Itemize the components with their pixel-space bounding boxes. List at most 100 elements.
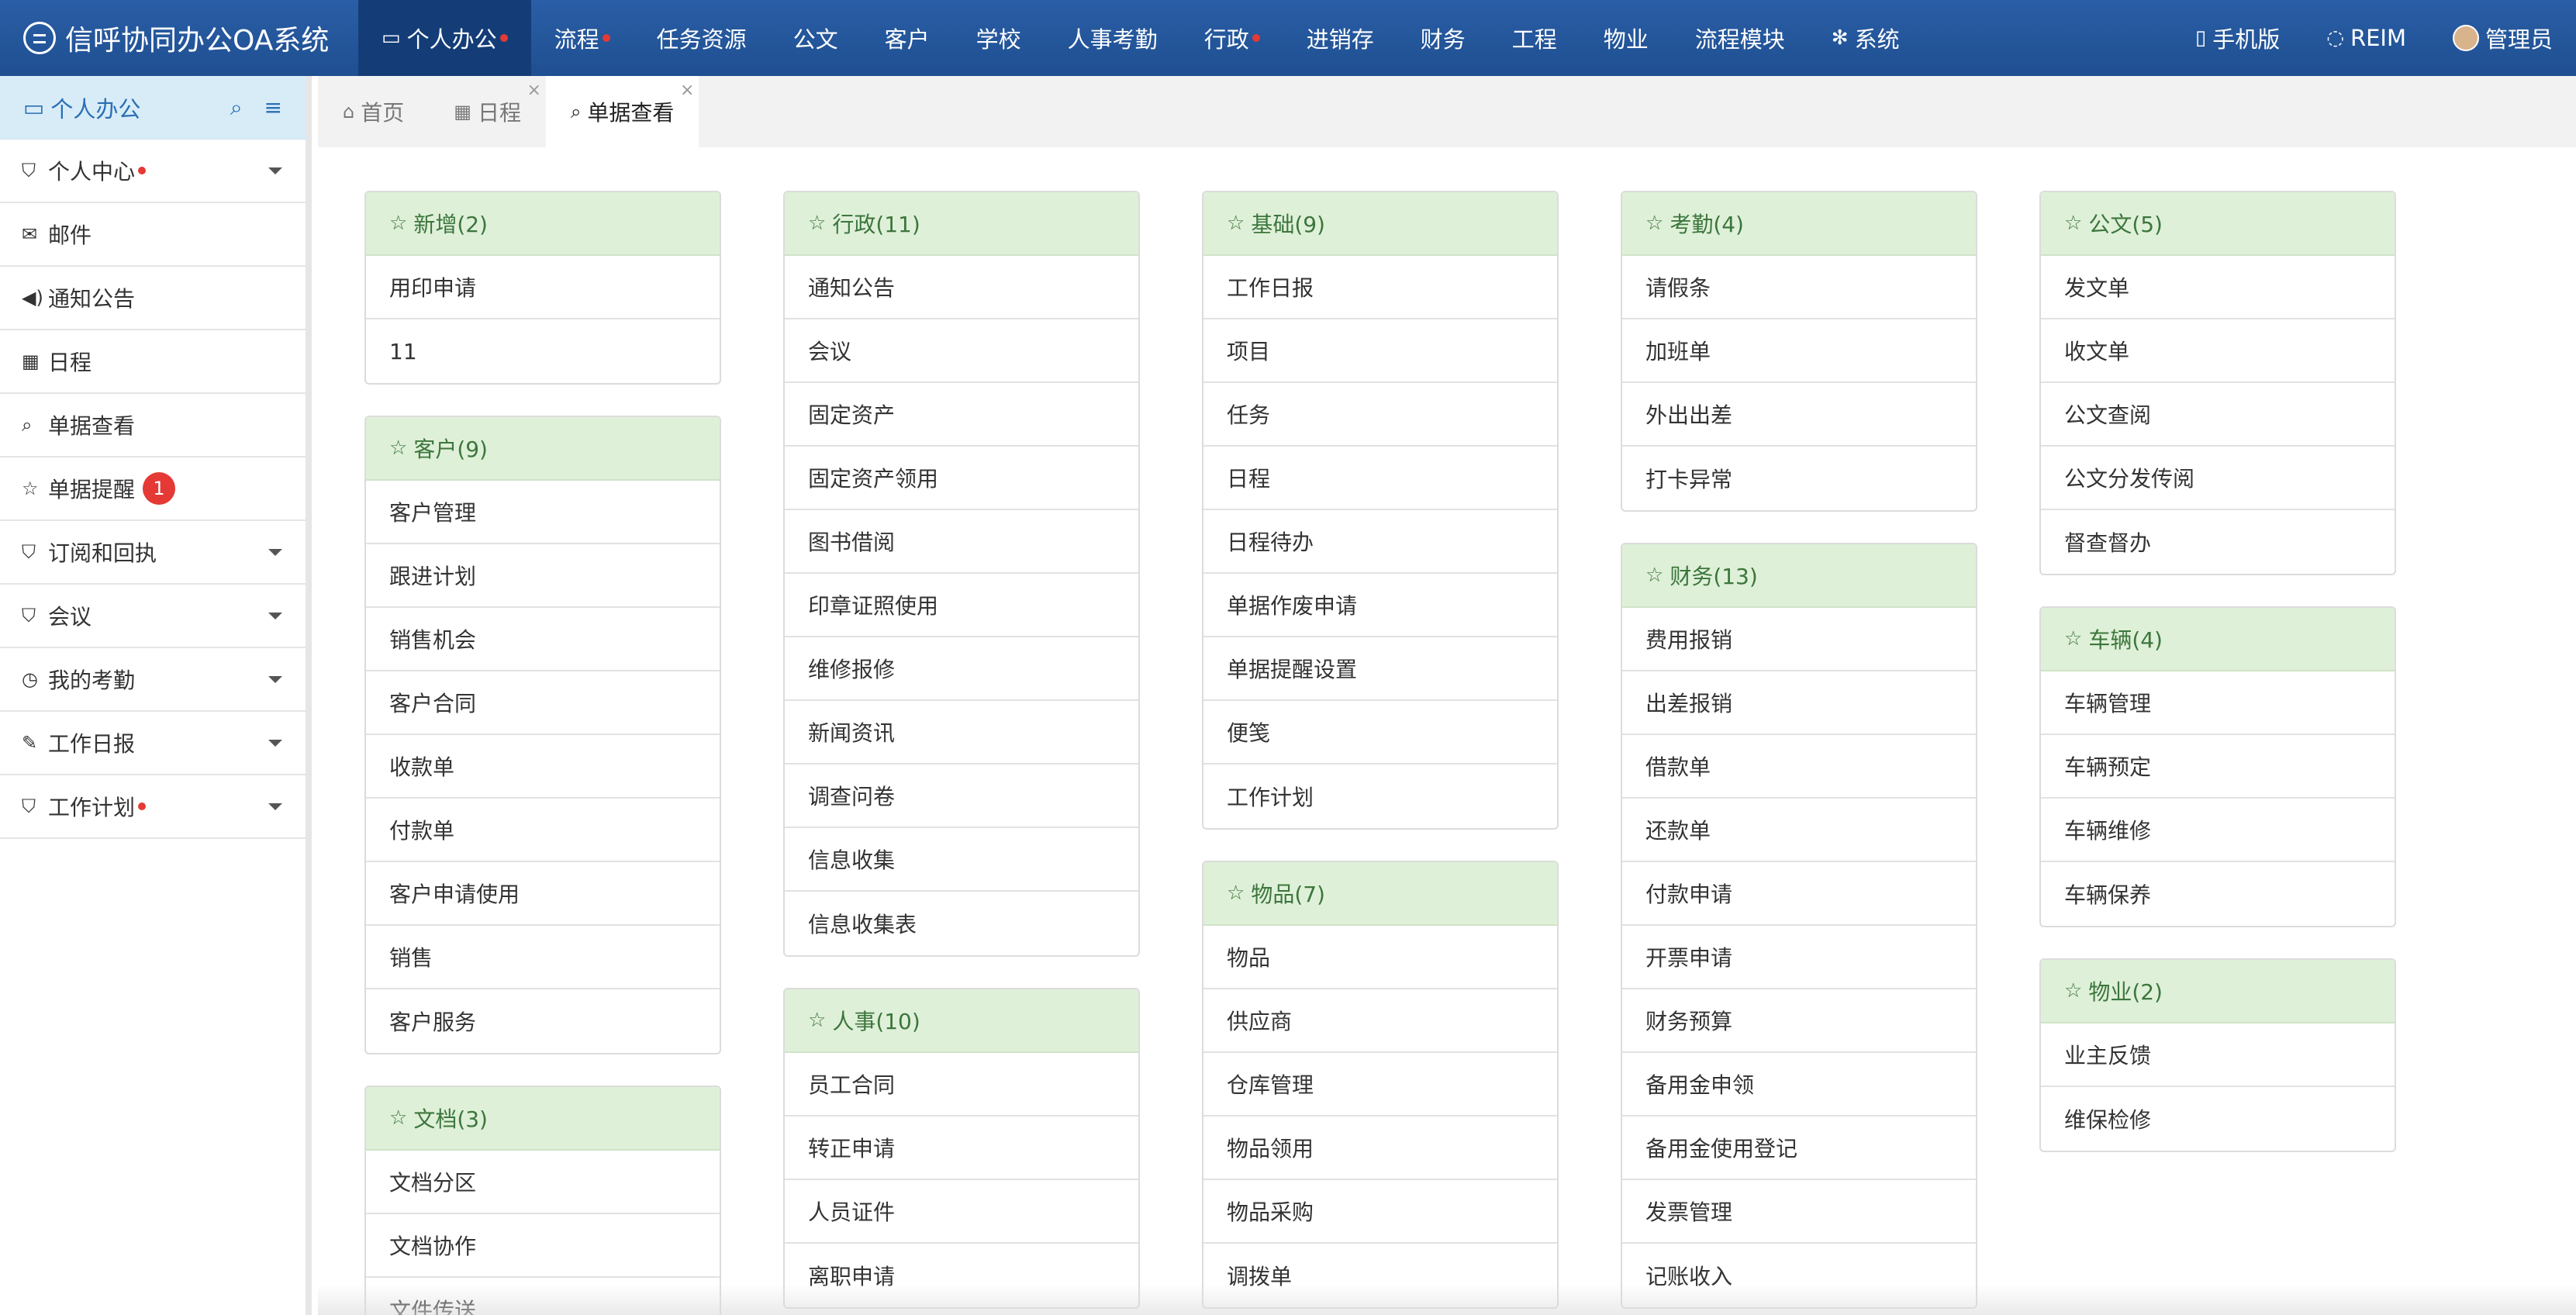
nav-item-9[interactable]: 财务: [1397, 0, 1489, 76]
module-link[interactable]: 转正申请: [785, 1117, 1138, 1180]
module-link[interactable]: 工作日报: [1203, 256, 1557, 319]
module-link[interactable]: 客户管理: [366, 481, 720, 544]
module-link[interactable]: 11: [366, 319, 720, 383]
sidebar-item-6[interactable]: ⛉ 订阅和回执: [0, 521, 306, 585]
module-link[interactable]: 收文单: [2041, 319, 2395, 383]
module-link[interactable]: 仓库管理: [1203, 1053, 1557, 1117]
nav-item-3[interactable]: 公文: [770, 0, 862, 76]
module-link[interactable]: 固定资产: [785, 383, 1138, 447]
module-link[interactable]: 客户申请使用: [366, 862, 720, 926]
module-link[interactable]: 车辆预定: [2041, 735, 2395, 799]
nav-item-13[interactable]: ✻ 系统: [1808, 0, 1923, 76]
module-link[interactable]: 供应商: [1203, 989, 1557, 1053]
nav-item-0[interactable]: ▭ 个人办公: [358, 0, 531, 76]
nav-item-10[interactable]: 工程: [1489, 0, 1580, 76]
module-link[interactable]: 出差报销: [1622, 671, 1976, 735]
nav-item-8[interactable]: 进销存: [1283, 0, 1397, 76]
module-link[interactable]: 员工合同: [785, 1053, 1138, 1117]
module-link[interactable]: 任务: [1203, 383, 1557, 447]
sidebar-item-2[interactable]: ◀) 通知公告: [0, 267, 306, 330]
module-link[interactable]: 新闻资讯: [785, 701, 1138, 764]
reim-link[interactable]: ◌ REIM: [2303, 0, 2429, 76]
module-link[interactable]: 收款单: [366, 735, 720, 799]
tab-1[interactable]: ▦ 日程 ×: [429, 76, 546, 147]
user-menu[interactable]: 管理员: [2429, 0, 2576, 76]
sidebar-item-0[interactable]: ⛉ 个人中心: [0, 140, 306, 203]
module-link[interactable]: 日程: [1203, 447, 1557, 510]
tab-2[interactable]: ⌕ 单据查看 ×: [545, 76, 699, 147]
module-link[interactable]: 单据提醒设置: [1203, 637, 1557, 701]
close-icon[interactable]: ×: [527, 81, 541, 100]
app-brand[interactable]: 信呼协同办公OA系统: [0, 0, 358, 76]
module-link[interactable]: 工作计划: [1203, 764, 1557, 828]
nav-item-1[interactable]: 流程: [531, 0, 634, 76]
module-link[interactable]: 项目: [1203, 319, 1557, 383]
module-link[interactable]: 日程待办: [1203, 510, 1557, 574]
module-link[interactable]: 用印申请: [366, 256, 720, 319]
module-link[interactable]: 备用金使用登记: [1622, 1117, 1976, 1180]
tab-0[interactable]: ⌂ 首页: [318, 76, 429, 147]
sidebar-item-4[interactable]: ⌕ 单据查看: [0, 394, 306, 457]
module-link[interactable]: 业主反馈: [2041, 1023, 2395, 1087]
nav-item-7[interactable]: 行政: [1181, 0, 1283, 76]
module-link[interactable]: 车辆管理: [2041, 671, 2395, 735]
module-link[interactable]: 财务预算: [1622, 989, 1976, 1053]
module-link[interactable]: 物品: [1203, 926, 1557, 989]
module-link[interactable]: 物品领用: [1203, 1117, 1557, 1180]
module-link[interactable]: 车辆保养: [2041, 862, 2395, 926]
module-link[interactable]: 付款单: [366, 799, 720, 862]
module-link[interactable]: 客户服务: [366, 989, 720, 1053]
module-link[interactable]: 固定资产领用: [785, 447, 1138, 510]
sidebar-item-5[interactable]: ☆ 单据提醒 1: [0, 457, 306, 521]
nav-item-12[interactable]: 流程模块: [1672, 0, 1808, 76]
module-link[interactable]: 外出出差: [1622, 383, 1976, 447]
module-link[interactable]: 公文分发传阅: [2041, 447, 2395, 510]
nav-item-11[interactable]: 物业: [1580, 0, 1672, 76]
module-link[interactable]: 开票申请: [1622, 926, 1976, 989]
module-link[interactable]: 打卡异常: [1622, 447, 1976, 510]
search-icon[interactable]: ⌕: [230, 95, 243, 121]
module-link[interactable]: 客户合同: [366, 671, 720, 735]
module-link[interactable]: 印章证照使用: [785, 574, 1138, 637]
sidebar-item-1[interactable]: ✉ 邮件: [0, 203, 306, 267]
module-link[interactable]: 单据作废申请: [1203, 574, 1557, 637]
module-link[interactable]: 便笺: [1203, 701, 1557, 764]
module-link[interactable]: 通知公告: [785, 256, 1138, 319]
module-link[interactable]: 备用金申领: [1622, 1053, 1976, 1117]
module-link[interactable]: 跟进计划: [366, 544, 720, 608]
module-link[interactable]: 物品采购: [1203, 1180, 1557, 1244]
sidebar-item-10[interactable]: ⛉ 工作计划: [0, 775, 306, 839]
module-link[interactable]: 文档协作: [366, 1214, 720, 1278]
module-link[interactable]: 图书借阅: [785, 510, 1138, 574]
module-link[interactable]: 销售: [366, 926, 720, 989]
module-link[interactable]: 人员证件: [785, 1180, 1138, 1244]
module-link[interactable]: 维修报修: [785, 637, 1138, 701]
module-link[interactable]: 信息收集: [785, 828, 1138, 892]
module-link[interactable]: 费用报销: [1622, 608, 1976, 671]
module-link[interactable]: 销售机会: [366, 608, 720, 671]
module-link[interactable]: 调查问卷: [785, 764, 1138, 828]
sidebar-item-7[interactable]: ⛉ 会议: [0, 585, 306, 648]
module-link[interactable]: 信息收集表: [785, 892, 1138, 955]
nav-item-5[interactable]: 学校: [953, 0, 1045, 76]
module-link[interactable]: 车辆维修: [2041, 799, 2395, 862]
nav-item-6[interactable]: 人事考勤: [1045, 0, 1181, 76]
menu-icon[interactable]: ≡: [264, 95, 282, 121]
close-icon[interactable]: ×: [680, 81, 694, 100]
module-link[interactable]: 加班单: [1622, 319, 1976, 383]
nav-item-2[interactable]: 任务资源: [634, 0, 770, 76]
sidebar-item-8[interactable]: ◷ 我的考勤: [0, 648, 306, 712]
module-link[interactable]: 会议: [785, 319, 1138, 383]
module-link[interactable]: 请假条: [1622, 256, 1976, 319]
sidebar-item-9[interactable]: ✎ 工作日报: [0, 712, 306, 775]
module-link[interactable]: 公文查阅: [2041, 383, 2395, 447]
module-link[interactable]: 付款申请: [1622, 862, 1976, 926]
module-link[interactable]: 还款单: [1622, 799, 1976, 862]
module-link[interactable]: 发票管理: [1622, 1180, 1976, 1244]
sidebar-item-3[interactable]: ▦ 日程: [0, 330, 306, 394]
module-link[interactable]: 文档分区: [366, 1151, 720, 1214]
module-link[interactable]: 发文单: [2041, 256, 2395, 319]
module-link[interactable]: 督查督办: [2041, 510, 2395, 574]
mobile-link[interactable]: ▯ 手机版: [2172, 0, 2303, 76]
nav-item-4[interactable]: 客户: [862, 0, 953, 76]
